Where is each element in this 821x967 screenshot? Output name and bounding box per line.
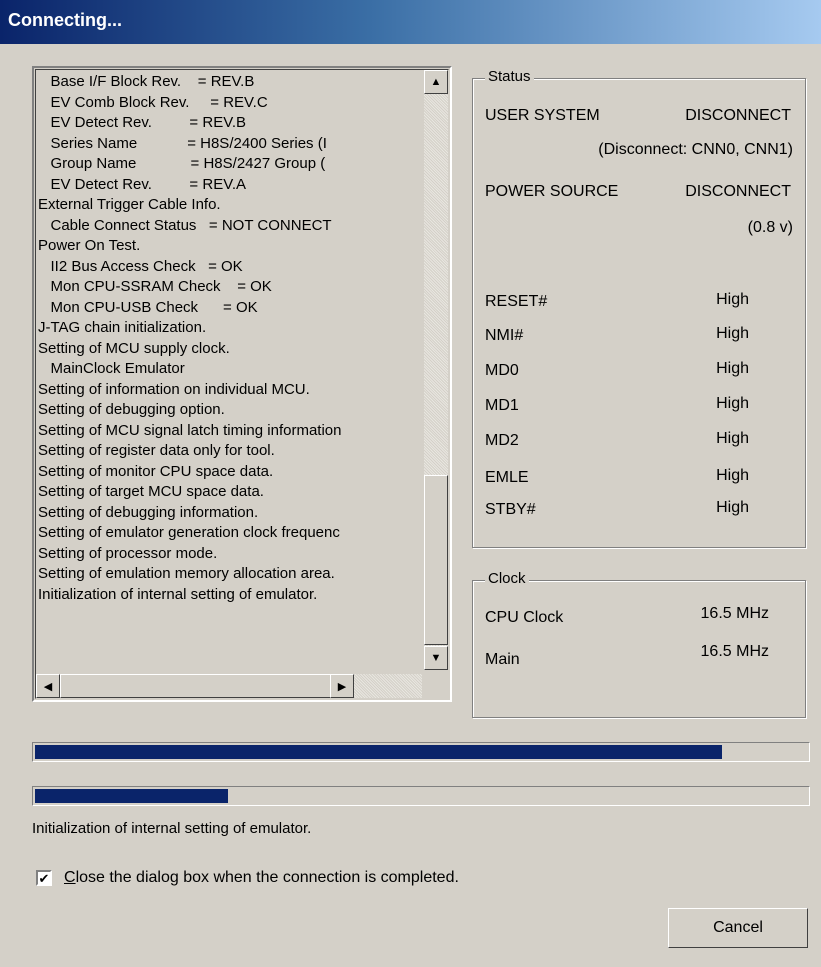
- log-line: Mon CPU-USB Check = OK: [38, 298, 258, 316]
- status-group-title: Status: [485, 68, 534, 85]
- checkmark-icon: ✔: [38, 870, 50, 886]
- log-line: Setting of processor mode.: [38, 544, 218, 562]
- signal-value: High: [716, 325, 749, 342]
- log-line: EV Detect Rev. = REV.B: [38, 114, 247, 131]
- step-progress-fill: [35, 789, 228, 803]
- user-system-label: USER SYSTEM: [485, 107, 600, 124]
- power-source-label: POWER SOURCE: [485, 183, 619, 200]
- title-bar[interactable]: Connecting...: [0, 0, 821, 44]
- log-line: Setting of monitor CPU space data.: [38, 462, 274, 480]
- log-line: Power On Test.: [38, 237, 141, 254]
- step-progress-bar: [32, 786, 810, 806]
- horizontal-scrollbar[interactable]: ◀ ▶: [36, 674, 422, 698]
- signal-name: MD0: [485, 362, 519, 379]
- close-on-complete-checkbox[interactable]: ✔: [36, 870, 52, 886]
- log-line: Series Name = H8S/2400 Series (I: [38, 134, 327, 152]
- scroll-left-icon[interactable]: ◀: [36, 674, 60, 698]
- signal-value: High: [716, 467, 749, 484]
- clock-group-title: Clock: [485, 570, 529, 587]
- log-lines: Base I/F Block Rev. = REV.B EV Comb Bloc…: [38, 72, 422, 672]
- status-message: Initialization of internal setting of em…: [32, 820, 312, 837]
- connection-log-list[interactable]: Base I/F Block Rev. = REV.B EV Comb Bloc…: [32, 66, 452, 702]
- log-line: EV Detect Rev. = REV.A: [38, 175, 247, 193]
- clock-group: Clock CPU Clock 16.5 MHz Main 16.5 MHz: [472, 570, 806, 718]
- log-line: Setting of information on individual MCU…: [38, 380, 310, 398]
- scroll-up-icon[interactable]: ▲: [424, 70, 448, 94]
- log-line: Base I/F Block Rev. = REV.B: [38, 73, 255, 90]
- cancel-button[interactable]: Cancel: [668, 908, 808, 948]
- log-line: Setting of MCU signal latch timing infor…: [38, 421, 342, 439]
- signal-name: MD2: [485, 432, 519, 449]
- log-line: MainClock Emulator: [38, 360, 185, 377]
- log-line: Setting of MCU supply clock.: [38, 339, 230, 357]
- cpu-clock-value: 16.5 MHz: [700, 605, 769, 622]
- horizontal-scroll-thumb[interactable]: [60, 674, 352, 698]
- overall-progress-fill: [35, 745, 722, 759]
- signal-name: NMI#: [485, 327, 524, 344]
- log-line: Initialization of internal setting of em…: [38, 585, 318, 603]
- log-line: Mon CPU-SSRAM Check = OK: [38, 278, 272, 295]
- main-clock-label: Main: [485, 651, 520, 668]
- log-line: Group Name = H8S/2427 Group (: [38, 155, 326, 172]
- close-on-complete-option[interactable]: ✔ Close the dialog box when the connecti…: [36, 868, 459, 888]
- vertical-scrollbar[interactable]: ▲ ▼: [424, 70, 448, 670]
- vertical-scroll-thumb[interactable]: [424, 475, 448, 645]
- signal-value: High: [716, 499, 749, 516]
- status-group: Status USER SYSTEM DISCONNECT (Disconnec…: [472, 68, 806, 548]
- scroll-right-icon[interactable]: ▶: [330, 674, 354, 698]
- overall-progress-bar: [32, 742, 810, 762]
- log-line: Setting of register data only for tool.: [38, 442, 275, 459]
- signal-value: High: [716, 291, 749, 308]
- log-line: Setting of target MCU space data.: [38, 483, 264, 500]
- signal-name: STBY#: [485, 501, 536, 518]
- signal-value: High: [716, 395, 749, 412]
- power-source-detail: (0.8 v): [747, 219, 793, 236]
- log-line: II2 Bus Access Check = OK: [38, 257, 243, 275]
- signal-value: High: [716, 360, 749, 377]
- cpu-clock-label: CPU Clock: [485, 609, 564, 626]
- log-line: External Trigger Cable Info.: [38, 196, 221, 213]
- log-line: EV Comb Block Rev. = REV.C: [38, 93, 268, 111]
- log-line: Setting of debugging option.: [38, 401, 225, 418]
- log-line: J-TAG chain initialization.: [38, 319, 207, 336]
- signal-name: RESET#: [485, 293, 548, 310]
- power-source-value: DISCONNECT: [685, 183, 791, 200]
- user-system-value: DISCONNECT: [685, 107, 791, 124]
- signal-name: MD1: [485, 397, 519, 414]
- log-line: Setting of emulation memory allocation a…: [38, 565, 335, 582]
- signal-value: High: [716, 430, 749, 447]
- signal-name: EMLE: [485, 469, 529, 486]
- user-system-detail: (Disconnect: CNN0, CNN1): [598, 141, 793, 158]
- scroll-down-icon[interactable]: ▼: [424, 646, 448, 670]
- window-title: Connecting...: [8, 10, 122, 30]
- log-line: Setting of emulator generation clock fre…: [38, 524, 340, 541]
- main-clock-value: 16.5 MHz: [700, 643, 769, 660]
- log-line: Setting of debugging information.: [38, 503, 259, 521]
- close-on-complete-label[interactable]: Close the dialog box when the connection…: [64, 869, 459, 887]
- log-line: Cable Connect Status = NOT CONNECT: [38, 216, 332, 234]
- connecting-dialog: Connecting... Base I/F Block Rev. = REV.…: [0, 0, 821, 967]
